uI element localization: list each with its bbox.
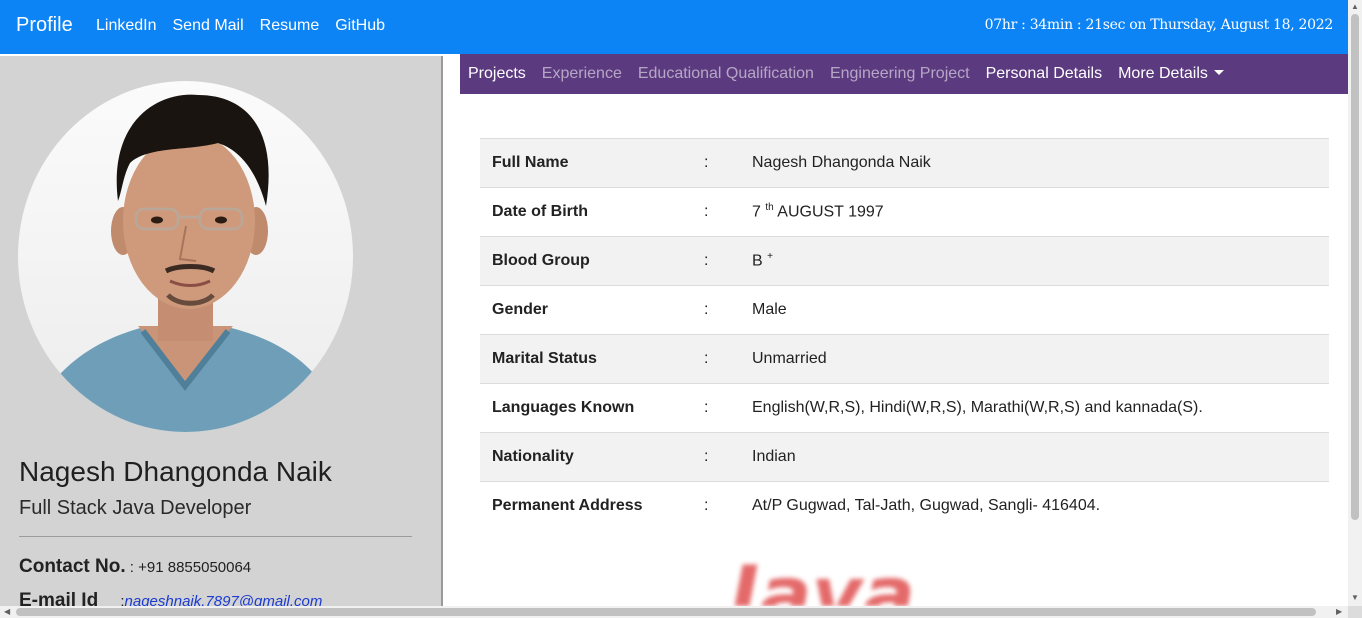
tab-personal-details[interactable]: Personal Details <box>986 65 1103 83</box>
detail-key: Nationality <box>492 448 574 465</box>
profile-sidebar: Nagesh Dhangonda Naik Full Stack Java De… <box>0 56 443 606</box>
personal-details-table: Full Name : Nagesh Dhangonda Naik Date o… <box>480 138 1329 531</box>
contact-number: Contact No. : +91 8855050064 <box>19 556 251 578</box>
detail-value: Indian <box>752 448 796 465</box>
tab-projects[interactable]: Projects <box>468 65 526 83</box>
horizontal-scroll-thumb[interactable] <box>16 608 1316 616</box>
scroll-up-arrow-icon[interactable]: ▲ <box>1351 3 1359 11</box>
vertical-scroll-thumb[interactable] <box>1351 14 1359 520</box>
top-navbar: Profile LinkedIn Send Mail Resume GitHub… <box>0 0 1348 54</box>
tab-engineering-project[interactable]: Engineering Project <box>830 65 970 83</box>
tab-more-details-dropdown[interactable]: More Details <box>1118 65 1224 83</box>
table-row: Nationality : Indian <box>480 432 1329 482</box>
detail-key: Full Name <box>492 154 569 171</box>
scroll-down-arrow-icon[interactable]: ▼ <box>1351 594 1359 602</box>
nav-link-github[interactable]: GitHub <box>335 17 385 35</box>
email-link[interactable]: nageshnaik.7897@gmail.com <box>125 593 323 606</box>
detail-key: Marital Status <box>492 350 597 367</box>
detail-separator: : <box>704 350 709 367</box>
vertical-scrollbar[interactable]: ▲ ▼ <box>1348 0 1362 606</box>
detail-separator: : <box>704 448 709 465</box>
nav-link-linkedin[interactable]: LinkedIn <box>96 17 157 35</box>
detail-key: Date of Birth <box>492 203 588 220</box>
dob-suffix: th <box>765 202 774 214</box>
horizontal-scrollbar[interactable]: ◀ ▶ <box>0 606 1348 618</box>
table-row: Marital Status : Unmarried <box>480 334 1329 384</box>
nav-link-send-mail[interactable]: Send Mail <box>173 17 244 35</box>
detail-separator: : <box>704 252 709 269</box>
detail-separator: : <box>704 203 709 220</box>
detail-separator: : <box>704 301 709 318</box>
detail-key: Permanent Address <box>492 497 643 514</box>
detail-separator: : <box>704 399 709 416</box>
detail-key: Gender <box>492 301 549 318</box>
blood-group-sign: + <box>767 251 773 263</box>
detail-separator: : <box>704 497 709 514</box>
detail-key: Blood Group <box>492 252 590 269</box>
table-row: Date of Birth : 7 th AUGUST 1997 <box>480 187 1329 237</box>
detail-value: Male <box>752 301 787 318</box>
detail-separator: : <box>704 154 709 171</box>
clock-display: 07hr : 34min : 21sec on Thursday, August… <box>984 17 1334 33</box>
detail-value: B + <box>752 237 1329 286</box>
profile-name: Nagesh Dhangonda Naik <box>19 456 332 487</box>
profile-divider <box>19 536 412 537</box>
contact-value: : +91 8855050064 <box>129 559 252 576</box>
scroll-right-arrow-icon[interactable]: ▶ <box>1336 608 1342 616</box>
java-banner-text: Java <box>730 551 916 606</box>
table-row: Permanent Address : At/P Gugwad, Tal-Jat… <box>480 481 1329 531</box>
dob-day: 7 <box>752 203 761 221</box>
contact-email: E-mail Id :nageshnaik.7897@gmail.com <box>19 590 322 606</box>
detail-value: 7 th AUGUST 1997 <box>752 188 1329 237</box>
detail-key: Languages Known <box>492 399 635 416</box>
table-row: Blood Group : B + <box>480 236 1329 286</box>
caret-down-icon <box>1213 70 1224 75</box>
profile-photo-illustration <box>28 94 343 432</box>
blood-group-letter: B <box>752 252 763 270</box>
brand-link[interactable]: Profile <box>16 14 73 37</box>
profile-photo <box>18 81 353 432</box>
detail-value: Nagesh Dhangonda Naik <box>752 154 931 171</box>
table-row: Full Name : Nagesh Dhangonda Naik <box>480 138 1329 188</box>
scrollbar-corner <box>1348 606 1362 618</box>
tab-more-details-label: More Details <box>1118 65 1208 82</box>
table-row: Gender : Male <box>480 285 1329 335</box>
nav-link-resume[interactable]: Resume <box>260 17 320 35</box>
detail-value: Unmarried <box>752 350 827 367</box>
nav-links: LinkedIn Send Mail Resume GitHub <box>96 17 385 35</box>
tab-experience[interactable]: Experience <box>542 65 622 83</box>
scroll-left-arrow-icon[interactable]: ◀ <box>4 608 10 616</box>
detail-value: English(W,R,S), Hindi(W,R,S), Marathi(W,… <box>752 399 1203 416</box>
dob-month-year: AUGUST 1997 <box>773 203 884 221</box>
email-label: E-mail Id <box>19 590 99 606</box>
tab-educational-qualification[interactable]: Educational Qualification <box>638 65 814 83</box>
contact-label: Contact No. <box>19 556 126 577</box>
table-row: Languages Known : English(W,R,S), Hindi(… <box>480 383 1329 433</box>
profile-role: Full Stack Java Developer <box>19 497 252 519</box>
section-tabs: Projects Experience Educational Qualific… <box>460 54 1349 94</box>
detail-value: At/P Gugwad, Tal-Jath, Gugwad, Sangli- 4… <box>752 497 1101 514</box>
